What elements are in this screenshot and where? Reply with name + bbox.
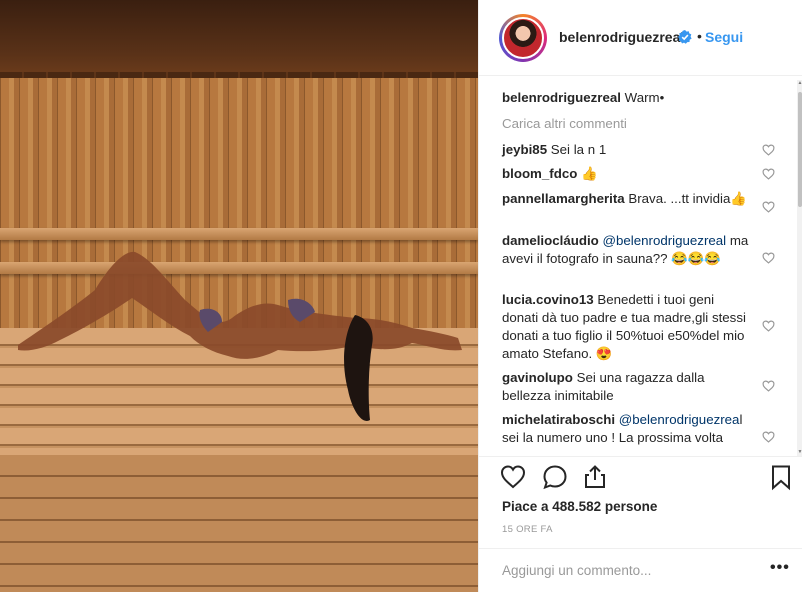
comment-like-heart-icon[interactable] (762, 252, 775, 264)
comment-username[interactable]: lucia.covino13 (502, 292, 594, 307)
caption: belenrodriguezreal Warm• (502, 89, 754, 107)
comment-like-heart-icon[interactable] (762, 168, 775, 180)
add-comment-input[interactable] (502, 563, 752, 578)
avatar-story-ring[interactable] (499, 14, 547, 62)
add-comment-bar: ••• (479, 548, 802, 592)
caption-text: Warm• (620, 90, 665, 105)
post-actions: Piace a 488.582 persone 15 ORE FA (479, 456, 802, 556)
avatar[interactable] (502, 17, 544, 59)
load-more-comments-link[interactable]: Carica altri commenti (502, 116, 627, 131)
comment-mention[interactable]: @belenrodriguezreal (599, 233, 726, 248)
comment-username[interactable]: gavinolupo (502, 370, 573, 385)
comment-item: bloom_fdco 👍 (502, 165, 754, 183)
comment-text: 👍 (577, 166, 598, 181)
comment-icon[interactable] (541, 463, 569, 491)
comment-username[interactable]: dameliocláudio (502, 233, 599, 248)
comment-like-heart-icon[interactable] (762, 320, 775, 332)
comment-like-heart-icon[interactable] (762, 431, 775, 443)
post-header: belenrodriguezreal • Segui (479, 0, 802, 76)
comment-item: jeybi85 Sei la n 1 (502, 141, 754, 159)
header-username[interactable]: belenrodriguezreal (559, 29, 684, 45)
comment-username[interactable]: jeybi85 (502, 142, 547, 157)
comment-like-heart-icon[interactable] (762, 380, 775, 392)
post-timestamp: 15 ORE FA (502, 524, 553, 535)
header-separator: • (697, 28, 702, 44)
caption-username[interactable]: belenrodriguezreal (502, 90, 621, 105)
follow-button[interactable]: Segui (705, 29, 743, 45)
comment-item: lucia.covino13 Benedetti i tuoi geni don… (502, 291, 754, 363)
comment-username[interactable]: pannellamargherita (502, 191, 625, 206)
bookmark-icon[interactable] (767, 463, 795, 491)
reclining-person-figure (18, 251, 462, 421)
comment-username[interactable]: bloom_fdco (502, 166, 577, 181)
comment-like-heart-icon[interactable] (762, 144, 775, 156)
verified-icon (678, 30, 692, 44)
scroll-up-arrow-icon[interactable]: ▲ (797, 80, 802, 86)
comments-list[interactable]: belenrodriguezreal Warm• Carica altri co… (479, 77, 797, 456)
comment-username[interactable]: michelatiraboschi (502, 412, 615, 427)
comment-like-heart-icon[interactable] (762, 201, 775, 213)
more-options-icon[interactable]: ••• (770, 559, 790, 577)
comments-scrollbar-thumb[interactable] (798, 92, 802, 207)
likes-count[interactable]: Piace a 488.582 persone (502, 499, 657, 514)
comment-text: Sei la n 1 (547, 142, 607, 157)
share-icon[interactable] (581, 463, 609, 491)
comment-item: gavinolupo Sei una ragazza dalla bellezz… (502, 369, 754, 405)
like-heart-icon[interactable] (499, 463, 527, 491)
comment-item: dameliocláudio @belenrodriguezreal ma av… (502, 232, 754, 268)
scroll-down-arrow-icon[interactable]: ▼ (797, 449, 802, 455)
comment-text: Brava. ...tt invidia👍 (624, 191, 747, 206)
comment-item: pannellamargherita Brava. ...tt invidia👍 (502, 190, 754, 208)
comment-item: michelatiraboschi @belenrodriguezreal se… (502, 411, 754, 447)
comment-mention[interactable]: @belenrodriguezrea (615, 412, 740, 427)
post-sidebar: belenrodriguezreal • Segui belenrodrigue… (478, 0, 802, 592)
post-photo[interactable] (0, 0, 478, 592)
